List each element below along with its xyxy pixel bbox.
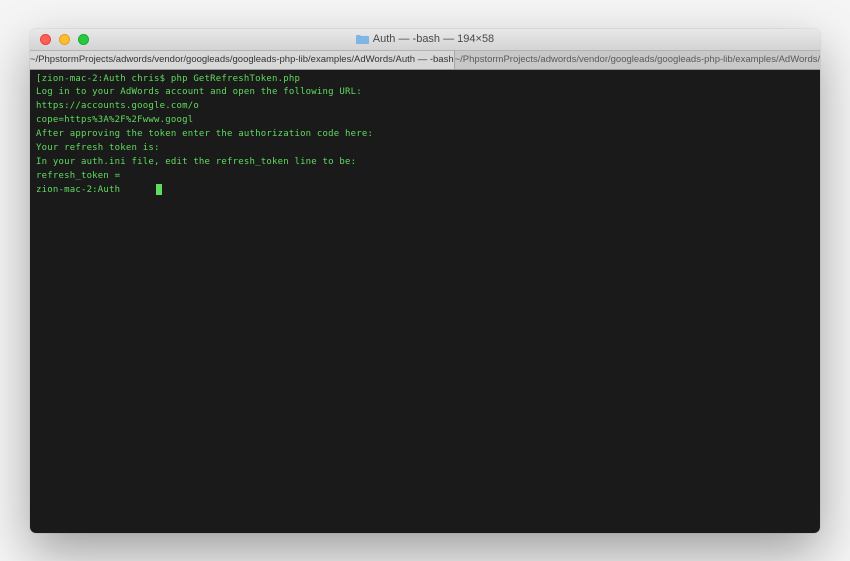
terminal-line: refresh_token = — [36, 170, 814, 184]
terminal-line: https://accounts.google.com/o — [36, 100, 814, 114]
tab-2[interactable]: ~/PhpstormProjects/adwords/vendor/google… — [455, 51, 820, 69]
titlebar[interactable]: Auth — -bash — 194×58 — [30, 29, 820, 51]
terminal-window: Auth — -bash — 194×58 ~/PhpstormProjects… — [30, 29, 820, 533]
terminal-viewport[interactable]: [zion-mac-2:Auth chris$ php GetRefreshTo… — [30, 70, 820, 533]
window-title: Auth — -bash — 194×58 — [373, 33, 494, 45]
terminal-line: After approving the token enter the auth… — [36, 128, 814, 142]
terminal-line: Your refresh token is: — [36, 142, 814, 156]
terminal-line: Log in to your AdWords account and open … — [36, 86, 814, 100]
terminal-line: In your auth.ini file, edit the refresh_… — [36, 156, 814, 170]
window-title-area: Auth — -bash — 194×58 — [30, 33, 820, 45]
tab-label: ~/PhpstormProjects/adwords/vendor/google… — [455, 54, 820, 65]
folder-icon — [356, 34, 369, 44]
close-button[interactable] — [40, 34, 51, 45]
terminal-cursor — [120, 184, 162, 198]
traffic-lights — [30, 34, 89, 45]
terminal-prompt-line: zion-mac-2:Auth — [36, 184, 814, 198]
tab-label: ~/PhpstormProjects/adwords/vendor/google… — [30, 54, 454, 65]
maximize-button[interactable] — [78, 34, 89, 45]
terminal-line: cope=https%3A%2F%2Fwww.googl — [36, 114, 814, 128]
tab-1[interactable]: ~/PhpstormProjects/adwords/vendor/google… — [30, 51, 455, 69]
terminal-line: [zion-mac-2:Auth chris$ php GetRefreshTo… — [36, 73, 814, 87]
minimize-button[interactable] — [59, 34, 70, 45]
tab-bar: ~/PhpstormProjects/adwords/vendor/google… — [30, 51, 820, 70]
terminal-prompt: zion-mac-2:Auth — [36, 184, 120, 198]
